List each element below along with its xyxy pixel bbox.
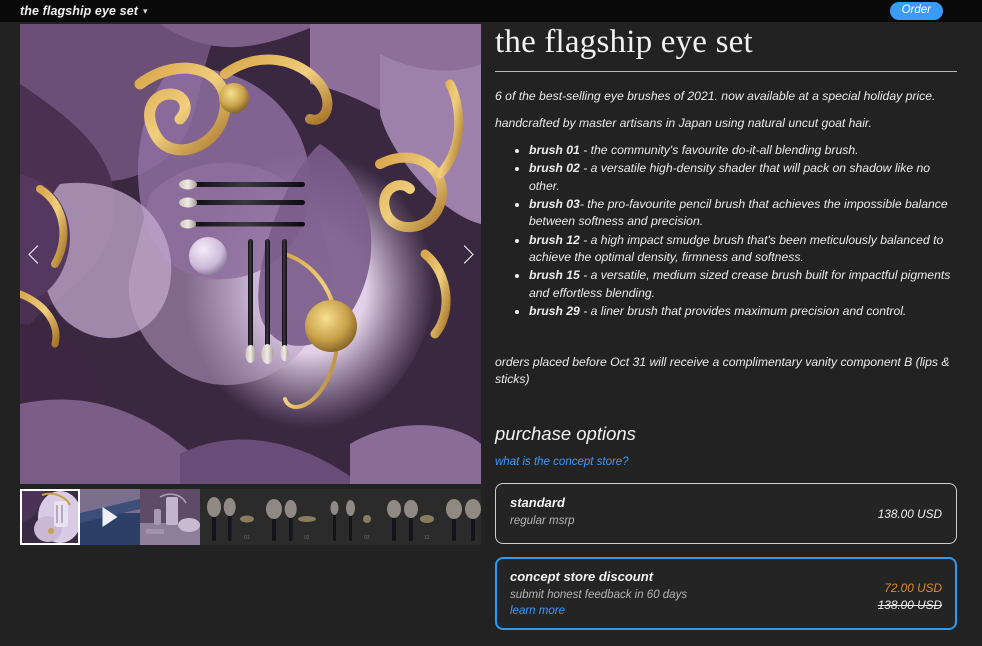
promo-note: orders placed before Oct 31 will receive… <box>495 355 950 386</box>
hero-image[interactable] <box>20 24 481 484</box>
brush-desc: - a high impact smudge brush that's been… <box>529 232 944 265</box>
order-button[interactable]: Order <box>889 2 943 20</box>
concept-store-link[interactable]: what is the concept store? <box>495 456 629 468</box>
option-name: concept store discount <box>510 568 654 584</box>
chevron-down-icon[interactable]: ▾ <box>143 6 148 16</box>
product-title: the flagship eye set <box>495 24 753 60</box>
option-info: standard regular msrp <box>510 495 575 531</box>
chevron-right-icon <box>454 244 474 264</box>
list-item: brush 29 - a liner brush that provides m… <box>529 303 957 320</box>
thumbnail-1-video[interactable] <box>80 489 140 545</box>
brush-name: brush 12 <box>529 232 580 247</box>
thumbnail-2[interactable] <box>140 489 200 545</box>
thumbnail-6[interactable]: 12 <box>380 489 440 545</box>
chevron-left-icon <box>27 244 47 264</box>
brush-desc: - a versatile high-density shader that w… <box>529 161 931 193</box>
option-price: 138.00 USD <box>877 506 942 521</box>
svg-text:01: 01 <box>244 535 250 541</box>
thumbnail-strip: 01 02 03 12 <box>20 489 481 545</box>
list-item: brush 01 - the community's favourite do-… <box>529 142 957 159</box>
brush-name: brush 29 <box>529 304 580 319</box>
brush-name: brush 01 <box>529 143 580 158</box>
brush-name: brush 15 <box>529 268 580 283</box>
carousel-next-button[interactable] <box>449 231 479 277</box>
option-subtitle: regular msrp <box>510 514 575 527</box>
thumbnail-5[interactable]: 03 <box>320 489 380 545</box>
brush-desc: - a liner brush that provides maximum pr… <box>579 304 907 319</box>
list-item: brush 15 - a versatile, medium sized cre… <box>529 267 957 302</box>
title-divider <box>495 70 957 72</box>
option-name: standard <box>510 494 565 510</box>
product-details-panel: the flagship eye set 6 of the best-selli… <box>495 24 957 630</box>
brush-name: brush 02 <box>529 161 580 176</box>
option-discount-price: 72.00 USD <box>884 580 942 595</box>
svg-text:12: 12 <box>424 535 430 541</box>
svg-text:02: 02 <box>304 535 310 541</box>
thumbnail-3[interactable]: 01 <box>200 489 260 545</box>
brush-list: brush 01 - the community's favourite do-… <box>495 142 957 320</box>
image-gallery: 01 02 03 12 <box>20 24 481 545</box>
page-title: the flagship eye set <box>20 4 139 18</box>
play-icon <box>102 507 118 527</box>
option-price-block: 72.00 USD 138.00 USD <box>878 569 942 612</box>
svg-text:03: 03 <box>364 535 370 541</box>
list-item: brush 03- the pro-favourite pencil brush… <box>529 196 957 231</box>
purchase-option-standard[interactable]: standard regular msrp 138.00 USD <box>495 482 957 544</box>
option-original-price: 138.00 USD <box>877 597 942 612</box>
carousel-prev-button[interactable] <box>22 231 52 277</box>
brush-name: brush 03 <box>529 197 580 212</box>
thumbnail-4[interactable]: 02 <box>260 489 320 545</box>
thumbnail-0[interactable] <box>20 489 80 545</box>
product-intro-1: 6 of the best-selling eye brushes of 202… <box>495 88 936 103</box>
thumbnail-7[interactable] <box>440 489 481 545</box>
option-price-block: 138.00 USD <box>878 495 942 521</box>
purchase-option-concept-store-discount[interactable]: concept store discount submit honest fee… <box>495 556 957 630</box>
top-bar: the flagship eye set ▾ Order <box>0 0 982 22</box>
option-subtitle: submit honest feedback in 60 days <box>510 588 688 601</box>
learn-more-link[interactable]: learn more <box>510 605 687 617</box>
brush-desc: - the pro-favourite pencil brush that ac… <box>529 197 948 229</box>
list-item: brush 12 - a high impact smudge brush th… <box>529 232 957 267</box>
brush-desc: - the community's favourite do-it-all bl… <box>579 143 859 158</box>
product-page: the flagship eye set ▾ Order 01 02 03 12… <box>0 0 982 646</box>
product-intro-2: handcrafted by master artisans in Japan … <box>495 116 872 131</box>
list-item: brush 02 - a versatile high-density shad… <box>529 160 957 195</box>
brush-desc: - a versatile, medium sized crease brush… <box>529 268 951 300</box>
option-info: concept store discount submit honest fee… <box>510 569 687 617</box>
purchase-options-heading: purchase options <box>495 422 636 444</box>
